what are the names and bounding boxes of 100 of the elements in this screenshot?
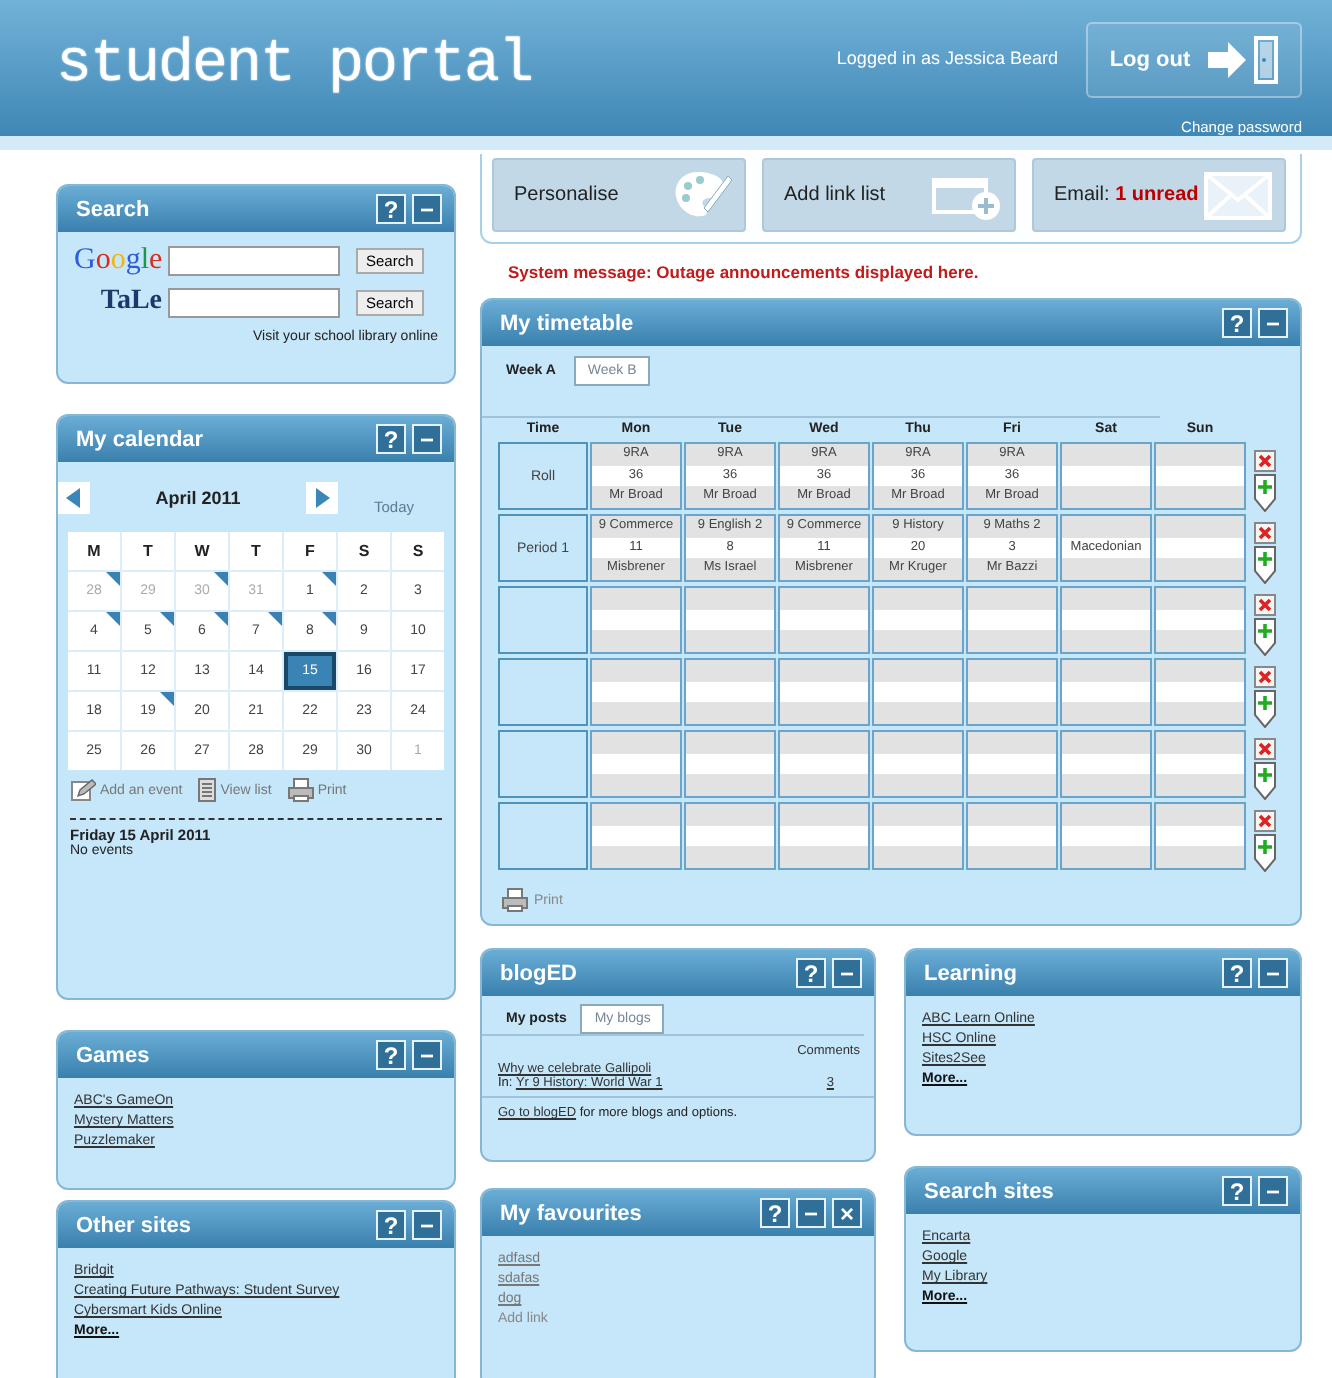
delete-row-icon[interactable] xyxy=(1254,738,1276,760)
timetable-cell[interactable] xyxy=(590,730,682,798)
minimize-button[interactable]: − xyxy=(1258,1176,1288,1206)
envelope-icon xyxy=(1204,169,1272,221)
timetable-cell[interactable] xyxy=(1060,730,1152,798)
add-row-icon[interactable] xyxy=(1254,618,1276,656)
timetable-cell[interactable] xyxy=(1154,586,1246,654)
portal-title: student portal xyxy=(56,30,533,104)
timetable-cell[interactable] xyxy=(1154,442,1246,510)
timetable-cell[interactable] xyxy=(966,802,1058,870)
time-cell xyxy=(498,586,588,654)
minimize-button[interactable]: − xyxy=(412,1040,442,1070)
help-button[interactable]: ? xyxy=(376,194,406,224)
timetable-cell[interactable] xyxy=(778,802,870,870)
time-cell xyxy=(498,658,588,726)
timetable-cell[interactable] xyxy=(1060,442,1152,510)
add-row-icon[interactable] xyxy=(1254,474,1276,512)
help-button[interactable]: ? xyxy=(376,424,406,454)
weekday-header: M xyxy=(68,532,120,570)
next-month-icon[interactable] xyxy=(306,482,338,514)
help-button[interactable]: ? xyxy=(1222,958,1252,988)
search-engine-logo: TaLe xyxy=(98,286,162,318)
timetable-cell[interactable] xyxy=(1154,514,1246,582)
search-field[interactable] xyxy=(168,246,340,276)
timetable-cell[interactable] xyxy=(1154,658,1246,726)
minimize-button[interactable]: − xyxy=(1258,308,1288,338)
minimize-button[interactable]: − xyxy=(412,1210,442,1240)
add-row-icon[interactable] xyxy=(1254,834,1276,872)
system-message: System message: Outage announcements displayed here. xyxy=(506,260,981,286)
add-link-list-button[interactable]: Add link list xyxy=(762,158,1016,232)
minimize-button[interactable]: − xyxy=(1258,958,1288,988)
timetable-cell[interactable] xyxy=(872,730,964,798)
printer-icon xyxy=(287,778,314,802)
panel-title: Learning xyxy=(924,961,1017,985)
arrow-door-icon xyxy=(1206,36,1279,84)
logged-in-text: Logged in as Jessica Beard xyxy=(836,46,1058,68)
help-button[interactable]: ? xyxy=(376,1040,406,1070)
timetable-cell[interactable] xyxy=(684,586,776,654)
delete-row-icon[interactable] xyxy=(1254,522,1276,544)
timetable-cell[interactable] xyxy=(1060,802,1152,870)
timetable-cell[interactable] xyxy=(778,658,870,726)
timetable-cell[interactable] xyxy=(872,658,964,726)
search-field[interactable] xyxy=(168,287,340,317)
minimize-button[interactable]: − xyxy=(832,958,862,988)
weekday-header: S xyxy=(392,532,444,570)
weekday-header: T xyxy=(230,532,282,570)
email-button[interactable]: Email: 1 unread xyxy=(1032,158,1286,232)
pencil-icon xyxy=(70,778,96,802)
month-label: April 2011 xyxy=(153,488,243,508)
panel-title: My favourites xyxy=(500,1201,642,1225)
timetable-cell[interactable] xyxy=(684,658,776,726)
time-cell xyxy=(498,730,588,798)
timetable-cell[interactable] xyxy=(684,730,776,798)
timetable-cell[interactable] xyxy=(1154,730,1246,798)
add-row-icon[interactable] xyxy=(1254,690,1276,728)
help-button[interactable]: ? xyxy=(1222,308,1252,338)
timetable-cell[interactable] xyxy=(966,730,1058,798)
panel-title: My timetable xyxy=(500,311,634,335)
timetable-cell[interactable] xyxy=(590,586,682,654)
timetable-cell[interactable] xyxy=(590,802,682,870)
timetable-cell[interactable] xyxy=(684,802,776,870)
help-button[interactable]: ? xyxy=(376,1210,406,1240)
add-row-icon[interactable] xyxy=(1254,546,1276,584)
minimize-button[interactable]: − xyxy=(796,1198,826,1228)
delete-row-icon[interactable] xyxy=(1254,450,1276,472)
timetable-cell[interactable] xyxy=(966,658,1058,726)
delete-row-icon[interactable] xyxy=(1254,810,1276,832)
previous-month-icon[interactable] xyxy=(58,482,90,514)
timetable-cell[interactable] xyxy=(590,658,682,726)
panel-title: My calendar xyxy=(76,427,204,451)
personalise-button[interactable]: Personalise xyxy=(492,158,746,232)
panel-title: Search xyxy=(76,197,150,221)
timetable-cell[interactable] xyxy=(1060,658,1152,726)
close-button[interactable]: × xyxy=(832,1198,862,1228)
printer-icon xyxy=(502,888,528,912)
panel-title: Other sites xyxy=(76,1213,191,1237)
timetable-cell[interactable] xyxy=(1060,586,1152,654)
minimize-button[interactable]: − xyxy=(412,194,442,224)
minimize-button[interactable]: − xyxy=(412,424,442,454)
search-engine-logo: Google xyxy=(74,244,162,278)
panel-title: blogED xyxy=(500,961,577,985)
help-button[interactable]: ? xyxy=(1222,1176,1252,1206)
timetable-cell[interactable] xyxy=(1154,802,1246,870)
weekday-header: F xyxy=(284,532,336,570)
add-row-icon[interactable] xyxy=(1254,762,1276,800)
delete-row-icon[interactable] xyxy=(1254,666,1276,688)
timetable-cell[interactable] xyxy=(778,730,870,798)
timetable-cell[interactable] xyxy=(966,586,1058,654)
panel-title: Search sites xyxy=(924,1179,1054,1203)
document-icon xyxy=(198,778,217,802)
weekday-header: T xyxy=(122,532,174,570)
weekday-header: S xyxy=(338,532,390,570)
delete-row-icon[interactable] xyxy=(1254,594,1276,616)
timetable-cell[interactable] xyxy=(872,802,964,870)
help-button[interactable]: ? xyxy=(796,958,826,988)
panel-title: Games xyxy=(76,1043,150,1067)
help-button[interactable]: ? xyxy=(760,1198,790,1228)
timetable-cell[interactable] xyxy=(872,586,964,654)
time-cell xyxy=(498,802,588,870)
timetable-cell[interactable] xyxy=(778,586,870,654)
